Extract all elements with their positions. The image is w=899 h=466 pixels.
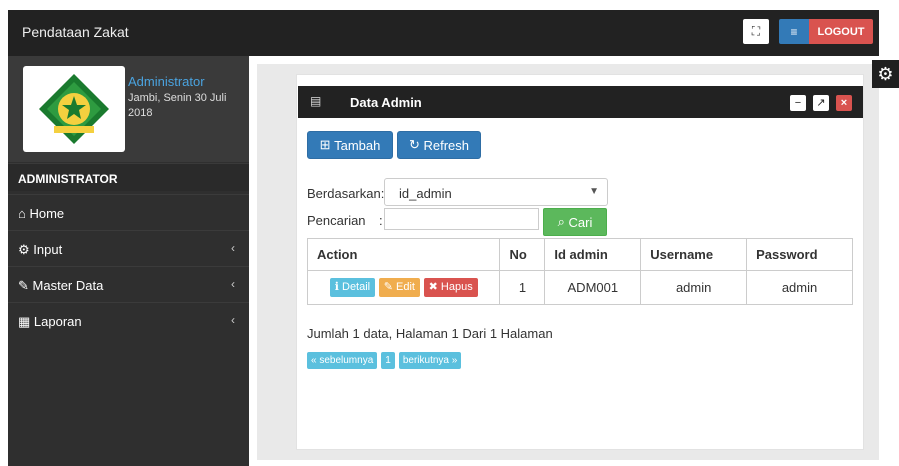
close-icon: × [840, 96, 848, 109]
search-button[interactable]: ⌕ Cari [543, 208, 607, 236]
sidebar-menu: ⌂ Home ⚙ Input ‹ ✎ Master Data ‹ ▦ Lapor… [8, 194, 249, 338]
calendar-icon: ▦ [18, 314, 31, 329]
expand-icon: ↗ [816, 96, 826, 109]
pagination: « sebelumnya 1 berikutnya » [307, 352, 462, 369]
search-input[interactable] [384, 208, 539, 230]
column-header: Action [306, 238, 501, 271]
app-title: Pendataan Zakat [22, 24, 129, 40]
home-icon: ⌂ [18, 206, 26, 221]
panel-header: ▤ Data Admin − ↗ × [298, 86, 863, 118]
detail-button-label: Detail [342, 281, 371, 293]
cell-id-admin: ADM001 [544, 270, 642, 305]
panel-title: Data Admin [350, 95, 422, 110]
column-header: No [499, 238, 546, 271]
filter-by-label: Berdasarkan: [307, 186, 385, 201]
sidebar-item-laporan[interactable]: ▦ Laporan ‹ [8, 302, 249, 338]
delete-button[interactable]: ✖ Hapus [423, 278, 478, 297]
chevron-left-icon: ‹ [231, 277, 235, 291]
next-page-button[interactable]: berikutnya » [398, 352, 462, 369]
cell-username: admin [640, 270, 748, 305]
sidebar-section-title: ADMINISTRATOR [8, 163, 249, 191]
document-icon: ▤ [310, 94, 322, 108]
sidebar-item-label: Input [33, 242, 63, 257]
table-row: ℹ Detail ✎ Edit ✖ Hapus 1 ADM001 admin a… [306, 270, 853, 305]
detail-button[interactable]: ℹ Detail [329, 278, 376, 297]
add-button-label: Tambah [334, 137, 381, 153]
sidebar-item-label: Master Data [32, 278, 104, 293]
delete-button-label: Hapus [440, 281, 473, 293]
close-button[interactable]: × [836, 95, 852, 111]
action-cell: ℹ Detail ✎ Edit ✖ Hapus [306, 270, 501, 305]
fullscreen-button[interactable]: ⛶ [743, 19, 769, 44]
search-separator: : [379, 213, 383, 228]
pagination-summary: Jumlah 1 data, Halaman 1 Dari 1 Halaman [307, 326, 553, 341]
minimize-button[interactable]: − [790, 95, 806, 111]
plus-square-icon: ⊞ [319, 137, 335, 152]
caret-down-icon: ▼ [589, 186, 599, 197]
edit-button[interactable]: ✎ Edit [378, 278, 420, 297]
chevron-left-icon: ‹ [231, 313, 235, 327]
chevron-left-icon: ‹ [231, 241, 235, 255]
menu-toggle-button[interactable]: ≡ [779, 19, 809, 44]
page-number-button[interactable]: 1 [381, 352, 395, 369]
app-frame: Pendataan Zakat ⛶ ≡ LOGOUT Administrator… [0, 0, 899, 466]
profile-date: Jambi, Senin 30 Juli 2018 [128, 92, 227, 119]
gear-icon: ⚙ [877, 63, 894, 84]
bars-icon: ≡ [790, 24, 798, 39]
add-button[interactable]: ⊞ Tambah [307, 131, 393, 159]
refresh-icon: ↻ [408, 137, 424, 152]
search-icon: ⌕ [557, 214, 569, 229]
edit-icon: ✎ [18, 278, 29, 293]
sidebar-item-label: Laporan [33, 314, 82, 329]
close-icon: ✖ [428, 281, 438, 293]
filter-by-value: id_admin [399, 186, 452, 201]
cell-password: admin [746, 270, 853, 305]
logout-button[interactable]: LOGOUT [809, 19, 873, 44]
cell-no: 1 [499, 270, 546, 305]
organization-logo [23, 66, 125, 152]
admin-table: Action No Id admin Username Password ℹ D… [306, 238, 853, 305]
sidebar-item-input[interactable]: ⚙ Input ‹ [8, 230, 249, 266]
settings-gear-button[interactable]: ⚙ [872, 60, 899, 88]
sidebar-item-home[interactable]: ⌂ Home [8, 194, 249, 230]
prev-page-button[interactable]: « sebelumnya [307, 352, 378, 369]
sidebar-item-label: Home [29, 206, 65, 221]
profile-name: Administrator [128, 74, 205, 89]
column-header: Id admin [544, 238, 642, 271]
top-navbar: Pendataan Zakat ⛶ ≡ LOGOUT [8, 10, 879, 56]
edit-button-label: Edit [396, 281, 415, 293]
column-header: Password [746, 238, 853, 271]
info-icon: ℹ [334, 281, 339, 293]
table-header-row: Action No Id admin Username Password [306, 238, 853, 271]
refresh-button-label: Refresh [423, 137, 470, 153]
column-header: Username [640, 238, 748, 271]
cogs-icon: ⚙ [18, 242, 30, 257]
minus-icon: − [794, 96, 802, 109]
edit-icon: ✎ [383, 281, 393, 293]
maximize-button[interactable]: ↗ [813, 95, 829, 111]
sidebar: Administrator Jambi, Senin 30 Juli 2018 … [8, 56, 249, 466]
expand-icon: ⛶ [751, 24, 761, 38]
filter-by-select[interactable]: id_admin ▼ [384, 178, 608, 206]
search-button-label: Cari [568, 214, 593, 230]
user-profile: Administrator Jambi, Senin 30 Juli 2018 [8, 56, 249, 162]
sidebar-item-master-data[interactable]: ✎ Master Data ‹ [8, 266, 249, 302]
search-label: Pencarian [307, 213, 366, 228]
refresh-button[interactable]: ↻ Refresh [397, 131, 481, 159]
logo-emblem-icon [39, 74, 109, 144]
